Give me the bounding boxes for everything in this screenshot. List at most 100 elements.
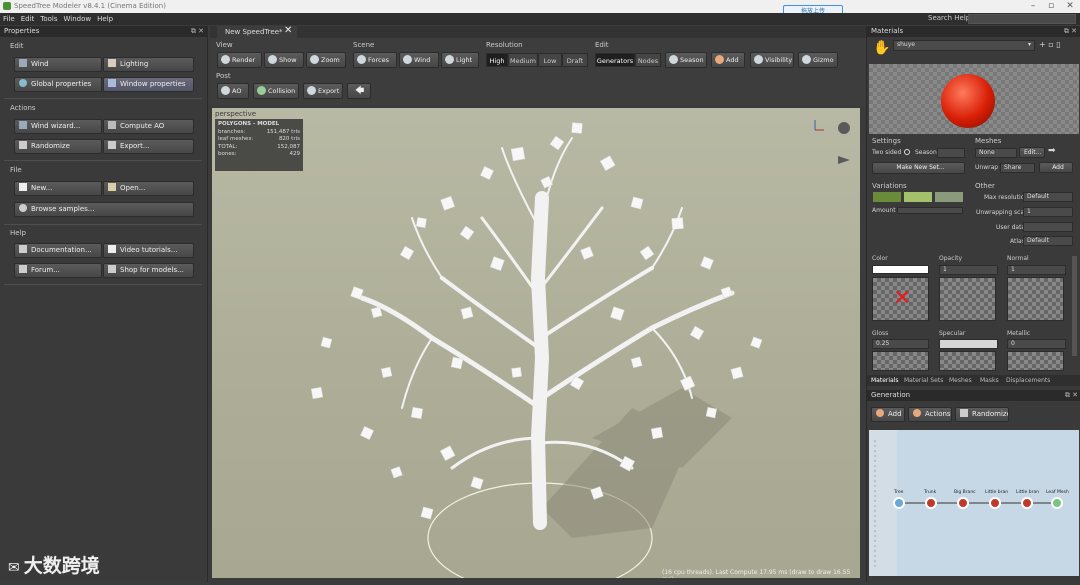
panel-float-close-icon[interactable]: ⧉ ✕	[1064, 26, 1077, 37]
wind-wizard-button[interactable]: Wind wizard...	[14, 119, 102, 134]
season-button[interactable]: Season	[665, 52, 707, 68]
window-properties-button[interactable]: Window properties	[103, 77, 194, 92]
documentation-button[interactable]: Documentation...	[14, 243, 102, 258]
color-texture-slot[interactable]: ✕	[872, 277, 929, 321]
variation-swatch-1[interactable]	[873, 192, 901, 202]
panel-float-close-icon[interactable]: ⧉ ✕	[1065, 390, 1078, 401]
node-little-branches-1[interactable]	[989, 497, 1001, 509]
metallic-field[interactable]: 0	[1007, 339, 1066, 349]
window-icon	[108, 79, 116, 87]
mesh-add-button[interactable]: Add	[1039, 162, 1073, 173]
make-new-set-button[interactable]: Make New Set...	[872, 162, 965, 174]
new-button[interactable]: New...	[14, 181, 102, 196]
user-data-field[interactable]	[1023, 222, 1073, 232]
meshes-select[interactable]: None	[975, 148, 1017, 158]
generators-tab[interactable]: Generators	[595, 53, 635, 67]
close-tab-icon[interactable]: ✕	[284, 25, 292, 36]
browse-samples-button[interactable]: Browse samples...	[14, 202, 194, 217]
opacity-texture-slot[interactable]	[939, 277, 996, 321]
panel-float-close-icon[interactable]: ⧉ ✕	[191, 26, 204, 37]
forum-button[interactable]: Forum...	[14, 263, 102, 278]
amount-slider[interactable]	[897, 207, 963, 214]
render-button[interactable]: Render	[217, 52, 262, 68]
generation-randomize-button[interactable]: Randomize	[955, 407, 1009, 422]
tab-materials[interactable]: Materials	[871, 377, 899, 384]
add-button[interactable]: Add	[711, 52, 745, 68]
variation-swatch-3[interactable]	[935, 192, 963, 202]
shop-button[interactable]: Shop for models...	[103, 263, 194, 278]
panel-scrollbar[interactable]	[1072, 256, 1077, 356]
wind-button[interactable]: Wind	[14, 57, 102, 72]
generation-add-button[interactable]: Add	[871, 407, 905, 422]
light-button[interactable]: Light	[441, 52, 479, 68]
close-icon[interactable]: ✕	[1061, 0, 1079, 13]
generation-actions-button[interactable]: Actions	[908, 407, 952, 422]
arrow-left-icon: 🡄	[355, 86, 365, 96]
compute-ao-button[interactable]: Compute AO	[103, 119, 194, 134]
tab-material-sets[interactable]: Material Sets	[904, 377, 943, 384]
generation-graph[interactable]: Tree Trunk Big Branc Little bran Little …	[869, 430, 1079, 576]
tab-displacements[interactable]: Displacements	[1006, 377, 1050, 384]
opacity-field[interactable]: 1	[939, 265, 998, 275]
max-resolution-select[interactable]: Default	[1023, 192, 1073, 202]
nodes-tab[interactable]: Nodes	[635, 53, 661, 67]
normal-texture-slot[interactable]	[1007, 277, 1064, 321]
arrow-right-icon[interactable]: ➡	[1048, 146, 1056, 156]
metallic-texture-slot[interactable]	[1007, 351, 1064, 371]
show-button[interactable]: Show	[264, 52, 304, 68]
node-leaf-mesh[interactable]	[1051, 497, 1063, 509]
gizmo-button[interactable]: Gizmo	[798, 52, 838, 68]
two-sided-checkbox[interactable]	[904, 149, 910, 155]
scene-wind-button[interactable]: Wind	[399, 52, 439, 68]
normal-field[interactable]: 1	[1007, 265, 1066, 275]
material-add-icon[interactable]: + ▫ ▯	[1039, 40, 1061, 49]
visibility-button[interactable]: Visibility	[750, 52, 794, 68]
global-properties-button[interactable]: Global properties	[14, 77, 102, 92]
unwrapping-scale-field[interactable]: 1	[1023, 207, 1073, 217]
panel-title: Materials	[871, 27, 904, 35]
resolution-low[interactable]: Low	[538, 53, 562, 67]
search-help-input[interactable]	[968, 14, 1076, 24]
menu-file[interactable]: File	[0, 13, 18, 25]
open-button[interactable]: Open...	[103, 181, 194, 196]
maximize-icon[interactable]: ▫	[1042, 0, 1060, 13]
node-tree[interactable]	[893, 497, 905, 509]
variation-swatch-2[interactable]	[904, 192, 932, 202]
gloss-texture-slot[interactable]	[872, 351, 929, 371]
resolution-draft[interactable]: Draft	[562, 53, 588, 67]
hand-tool-icon[interactable]: ✋	[873, 40, 890, 56]
node-little-branches-2[interactable]	[1021, 497, 1033, 509]
season-field[interactable]	[937, 148, 965, 158]
material-select[interactable]: shuye ▾	[893, 40, 1035, 51]
menu-tools[interactable]: Tools	[37, 13, 60, 25]
forces-button[interactable]: Forces	[353, 52, 397, 68]
menu-help[interactable]: Help	[94, 13, 116, 25]
atlas-select[interactable]: Default	[1023, 236, 1073, 246]
collision-button[interactable]: Collision	[253, 83, 299, 99]
3d-viewport[interactable]: perspective POLYGONS - MODEL branches: 15…	[212, 108, 860, 578]
resolution-high[interactable]: High	[486, 53, 508, 67]
mesh-edit-button[interactable]: Edit...	[1019, 147, 1045, 158]
back-button[interactable]: 🡄	[347, 83, 371, 99]
gloss-field[interactable]: 0.25	[872, 339, 929, 349]
unwrap-select[interactable]: Share	[1000, 163, 1035, 173]
tab-meshes[interactable]: Meshes	[949, 377, 972, 384]
zoom-button[interactable]: Zoom	[306, 52, 346, 68]
forum-icon	[19, 265, 27, 273]
post-export-button[interactable]: Export	[303, 83, 343, 99]
tab-masks[interactable]: Masks	[980, 377, 999, 384]
menu-window[interactable]: Window	[61, 13, 95, 25]
resolution-medium[interactable]: Medium	[508, 53, 538, 67]
node-trunk[interactable]	[925, 497, 937, 509]
menu-edit[interactable]: Edit	[18, 13, 38, 25]
node-big-branches[interactable]	[957, 497, 969, 509]
export-button[interactable]: Export...	[103, 139, 194, 154]
specular-swatch[interactable]	[939, 339, 998, 349]
ao-button[interactable]: AO	[217, 83, 249, 99]
color-swatch[interactable]	[872, 265, 929, 274]
lighting-button[interactable]: Lighting	[103, 57, 194, 72]
minimize-icon[interactable]: –	[1024, 0, 1042, 13]
video-tutorials-button[interactable]: Video tutorials...	[103, 243, 194, 258]
specular-texture-slot[interactable]	[939, 351, 996, 371]
randomize-button[interactable]: Randomize	[14, 139, 102, 154]
